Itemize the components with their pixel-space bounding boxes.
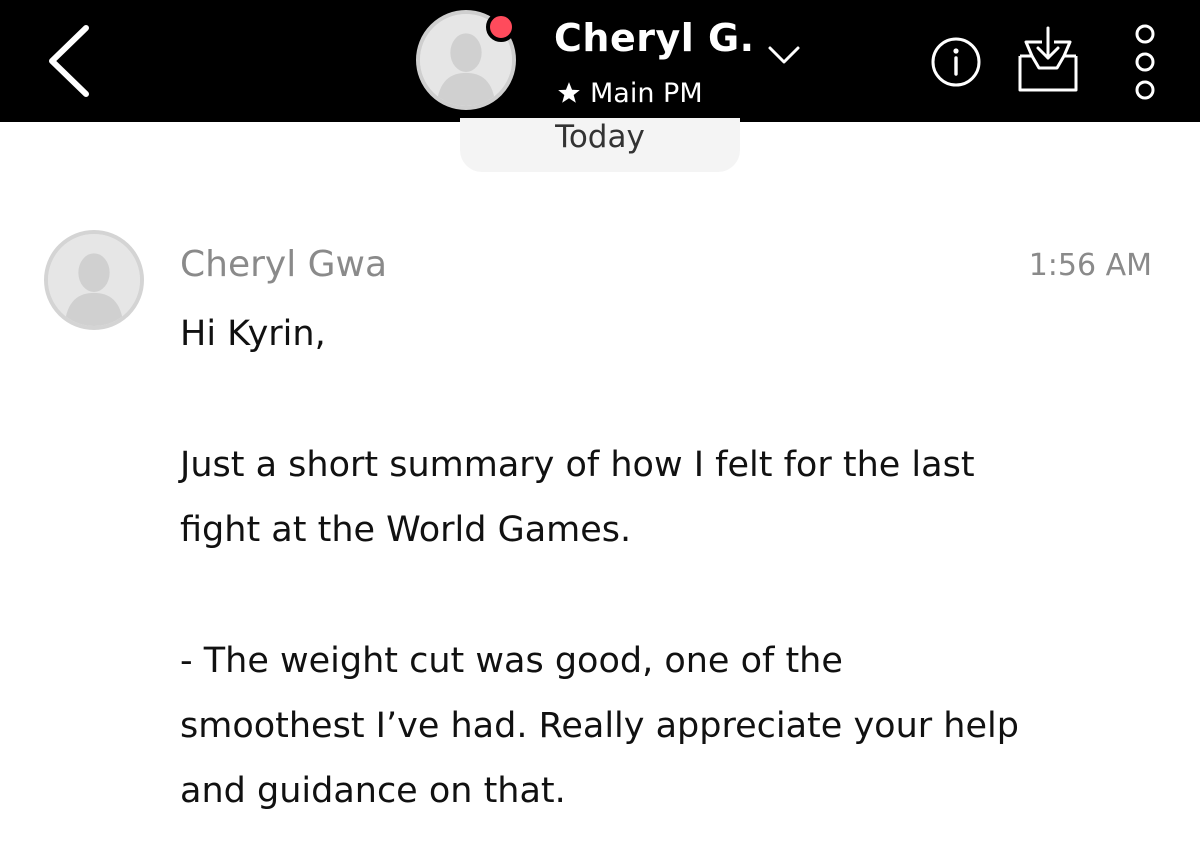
message-line: fight at the World Games. <box>180 510 632 550</box>
info-button[interactable] <box>930 36 982 88</box>
info-icon <box>931 37 981 87</box>
message-line: Hi Kyrin, <box>180 314 326 354</box>
message-line: Just a short summary of how I felt for t… <box>180 445 975 485</box>
sender-name[interactable]: Cheryl Gwa <box>180 240 387 290</box>
chevron-down-icon <box>768 46 800 64</box>
inbox-download-icon <box>1018 26 1078 92</box>
sender-avatar[interactable] <box>44 230 144 330</box>
move-to-inbox-button[interactable] <box>1012 24 1084 96</box>
contact-name[interactable]: Cheryl G. <box>554 12 755 64</box>
more-vertical-icon <box>1135 24 1155 100</box>
message-line: and guidance on that. <box>180 771 566 811</box>
more-options-button[interactable] <box>1128 22 1162 102</box>
contact-dropdown-button[interactable] <box>764 40 804 68</box>
person-placeholder-icon <box>48 234 140 326</box>
message-line: smoothest I’ve had. Really appreciate yo… <box>180 706 1019 746</box>
star-icon <box>556 80 582 106</box>
message-line: - The weight cut was good, one of the <box>180 641 843 681</box>
unread-indicator-dot <box>486 12 516 42</box>
conversation-header: Cheryl G. Main PM <box>0 0 1200 122</box>
subtitle-label: Main PM <box>590 77 703 109</box>
date-separator: Today <box>460 118 740 172</box>
message-timestamp: 1:56 AM <box>1028 248 1152 283</box>
chevron-left-icon <box>49 25 89 97</box>
conversation-subtitle: Main PM <box>556 74 703 112</box>
message-body[interactable]: Hi Kyrin, Just a short summary of how I … <box>180 302 1160 824</box>
back-button[interactable] <box>40 22 100 100</box>
